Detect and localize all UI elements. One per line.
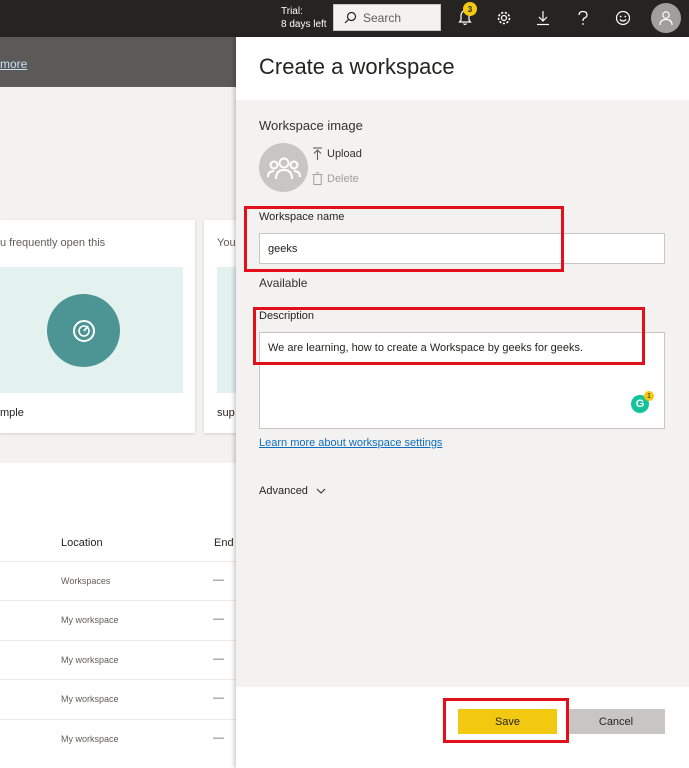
recent-card[interactable]: u frequently open this mple bbox=[0, 220, 195, 433]
table-row[interactable]: My workspace — bbox=[0, 640, 236, 680]
download-icon bbox=[537, 11, 549, 26]
card-thumbnail bbox=[0, 267, 183, 393]
trial-label: Trial: bbox=[281, 6, 303, 17]
row-location: My workspace bbox=[61, 655, 119, 665]
row-end: — bbox=[213, 653, 224, 665]
save-button[interactable]: Save bbox=[458, 709, 557, 734]
cancel-button[interactable]: Cancel bbox=[567, 709, 665, 734]
table-row[interactable]: My workspace — bbox=[0, 719, 236, 759]
workspace-image-label: Workspace image bbox=[259, 118, 363, 133]
workspace-name-label: Workspace name bbox=[259, 211, 345, 223]
row-end: — bbox=[213, 732, 224, 744]
help-icon bbox=[578, 10, 588, 25]
feedback-button[interactable] bbox=[613, 8, 633, 28]
trial-days-left: 8 days left bbox=[281, 19, 327, 30]
card-caption: u frequently open this bbox=[0, 237, 106, 249]
account-avatar[interactable] bbox=[651, 3, 681, 33]
user-icon bbox=[659, 11, 673, 26]
notification-badge: 3 bbox=[463, 2, 477, 16]
trial-status: Trial: 8 days left bbox=[281, 5, 327, 31]
row-location: My workspace bbox=[61, 615, 119, 625]
delete-button[interactable]: Delete bbox=[312, 172, 359, 185]
download-button[interactable] bbox=[533, 8, 553, 28]
banner-learn-more-link[interactable]: more bbox=[0, 57, 27, 71]
table-row[interactable]: My workspace — bbox=[0, 600, 236, 640]
availability-status: Available bbox=[259, 276, 308, 290]
info-banner bbox=[0, 37, 236, 87]
column-header-end[interactable]: End bbox=[214, 537, 234, 549]
dashboard-circle bbox=[47, 294, 120, 367]
workspace-name-input[interactable]: geeks bbox=[259, 233, 665, 264]
description-textarea[interactable]: We are learning, how to create a Workspa… bbox=[259, 332, 665, 429]
dashboard-gauge-icon bbox=[72, 319, 95, 342]
content-list: Location End Workspaces — My workspace —… bbox=[0, 463, 236, 768]
smiley-icon bbox=[615, 10, 631, 26]
trash-icon bbox=[312, 172, 323, 185]
delete-label: Delete bbox=[327, 172, 359, 185]
search-box[interactable]: Search bbox=[333, 4, 441, 31]
row-location: Workspaces bbox=[61, 576, 111, 586]
row-location: My workspace bbox=[61, 694, 119, 704]
chevron-down-icon bbox=[316, 488, 326, 494]
search-icon bbox=[344, 11, 357, 24]
search-placeholder: Search bbox=[363, 10, 402, 25]
card-title: sup bbox=[217, 407, 235, 419]
panel-header: Create a workspace bbox=[236, 37, 689, 100]
row-end: — bbox=[213, 692, 224, 704]
upload-icon bbox=[313, 147, 322, 160]
panel-footer: Save Cancel bbox=[236, 687, 689, 768]
table-row[interactable]: Workspaces — bbox=[0, 561, 236, 601]
row-end: — bbox=[213, 613, 224, 625]
column-header-location[interactable]: Location bbox=[61, 537, 103, 549]
row-location: My workspace bbox=[61, 734, 119, 744]
help-button[interactable] bbox=[573, 8, 593, 28]
card-caption: You bbox=[217, 237, 236, 249]
settings-button[interactable] bbox=[494, 8, 514, 28]
create-workspace-panel: Create a workspace Workspace image Uploa… bbox=[236, 37, 689, 768]
table-row[interactable]: My workspace — bbox=[0, 679, 236, 719]
recent-card[interactable]: You sup bbox=[204, 220, 236, 433]
row-end: — bbox=[213, 574, 224, 586]
workspace-image-placeholder bbox=[259, 143, 308, 192]
grammarly-badge: 1 bbox=[644, 391, 654, 401]
upload-label: Upload bbox=[327, 148, 362, 160]
advanced-label: Advanced bbox=[259, 485, 308, 497]
top-bar: Trial: 8 days left Search 3 bbox=[0, 0, 689, 37]
learn-more-link[interactable]: Learn more about workspace settings bbox=[259, 437, 442, 449]
description-label: Description bbox=[259, 310, 315, 322]
gear-icon bbox=[497, 11, 511, 25]
advanced-toggle[interactable]: Advanced bbox=[259, 485, 326, 497]
card-title: mple bbox=[0, 407, 24, 419]
card-thumbnail bbox=[217, 267, 236, 393]
panel-title: Create a workspace bbox=[259, 54, 455, 79]
upload-button[interactable]: Upload bbox=[312, 147, 362, 161]
people-group-icon bbox=[266, 157, 301, 179]
